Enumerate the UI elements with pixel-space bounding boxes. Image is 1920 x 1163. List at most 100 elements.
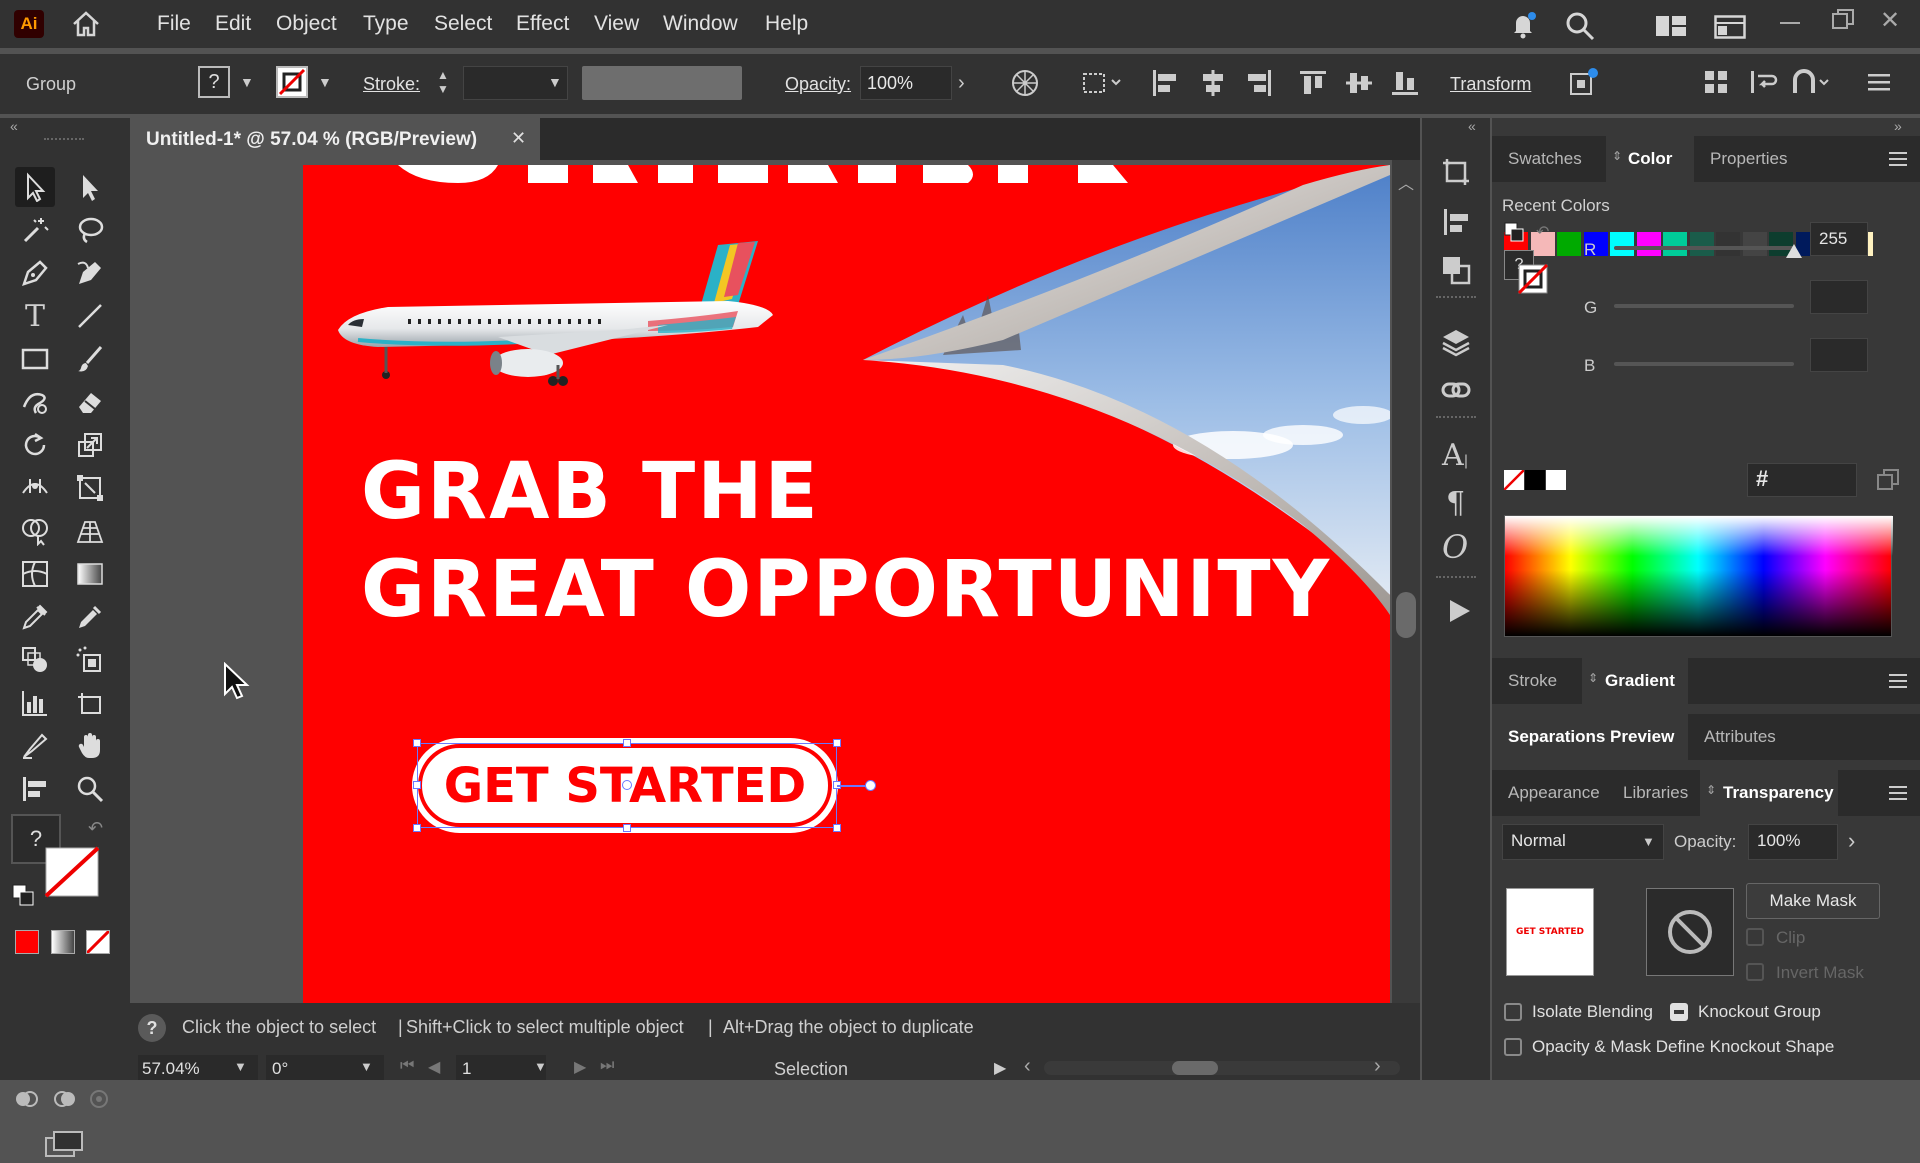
copy-hex-icon[interactable] [1876, 468, 1900, 497]
hand-tool-icon[interactable] [70, 726, 110, 766]
chevron-right-icon[interactable]: › [1848, 828, 1855, 854]
recolor-artwork-icon[interactable] [1010, 68, 1040, 103]
chevron-down-icon[interactable]: ▼ [1642, 834, 1655, 849]
artboard-number-field[interactable]: 1 [456, 1055, 546, 1080]
g-value-input[interactable] [1810, 280, 1868, 314]
opentype-panel-icon[interactable]: O [1442, 528, 1468, 566]
gradient-mode-icon[interactable] [51, 930, 75, 954]
lasso-tool-icon[interactable] [70, 210, 110, 250]
variable-width-profile[interactable] [582, 66, 742, 100]
selection-handle[interactable] [833, 739, 841, 747]
hex-input[interactable]: # [1747, 463, 1857, 497]
close-window-icon[interactable]: ✕ [1880, 6, 1900, 35]
stroke-swatch[interactable] [276, 66, 308, 98]
artboard[interactable]: GRAB THE GREAT OPPORTUNITY GET STARTED [303, 165, 1390, 1003]
perspective-grid-tool-icon[interactable] [70, 511, 110, 551]
character-panel-icon[interactable]: A| [1442, 438, 1468, 473]
restore-window-icon[interactable] [1831, 8, 1855, 35]
blend-tool-icon[interactable] [15, 640, 55, 680]
panel-menu-icon[interactable] [1888, 672, 1908, 695]
artboards-panel-icon[interactable] [1440, 156, 1472, 193]
selection-handle[interactable] [623, 824, 631, 832]
tab-swatches[interactable]: Swatches [1508, 149, 1582, 169]
pathfinder-panel-icon[interactable] [1440, 254, 1472, 291]
tab-properties[interactable]: Properties [1710, 149, 1787, 169]
panel-menu-icon[interactable] [1888, 150, 1908, 173]
layers-panel-icon[interactable] [1440, 326, 1472, 363]
align-to-icon[interactable] [1080, 68, 1122, 103]
tab-gradient[interactable]: Gradient [1605, 671, 1675, 691]
chevron-down-icon[interactable]: ▼ [234, 1059, 247, 1074]
shaper-tool-icon[interactable] [15, 382, 55, 422]
last-artboard-icon[interactable]: ⏭ [600, 1057, 614, 1075]
isolate-group-icon[interactable] [1568, 66, 1600, 103]
invert-mask-checkbox[interactable] [1746, 963, 1764, 981]
horizontal-scrollbar[interactable] [1044, 1061, 1400, 1075]
black-color-swatch[interactable] [1525, 470, 1545, 490]
group-connector-dot[interactable] [865, 780, 876, 791]
text-wrap-icon[interactable] [1748, 68, 1778, 101]
chevron-down-icon[interactable]: ▼ [534, 1059, 547, 1074]
headline-line-2[interactable]: GREAT OPPORTUNITY [361, 545, 1331, 635]
minimize-window-icon[interactable] [1780, 22, 1800, 24]
width-tool-icon[interactable] [15, 468, 55, 508]
draw-normal-icon[interactable] [14, 1086, 40, 1117]
align-top-icon[interactable] [1298, 68, 1328, 103]
r-slider-thumb[interactable] [1786, 244, 1802, 258]
grid-icon[interactable] [1702, 68, 1730, 101]
chevron-down-icon[interactable]: ▼ [318, 74, 332, 90]
zoom-tool-icon[interactable] [70, 769, 110, 809]
close-tab-icon[interactable]: ✕ [511, 128, 526, 149]
measure-tool-icon[interactable] [70, 597, 110, 637]
symbol-sprayer-tool-icon[interactable] [70, 640, 110, 680]
scroll-thumb[interactable] [1396, 592, 1416, 638]
actions-panel-icon[interactable] [1446, 598, 1472, 629]
fill-swatch[interactable]: ? [198, 66, 230, 98]
transparency-opacity-input[interactable]: 100% [1748, 824, 1838, 860]
recent-color-swatch[interactable] [1742, 232, 1767, 256]
blend-mode-select[interactable]: Normal [1502, 824, 1664, 860]
recent-color-swatch[interactable] [1557, 232, 1581, 256]
search-icon[interactable] [1565, 11, 1595, 46]
color-mode-icon[interactable] [15, 930, 39, 954]
horizontal-scroll-thumb[interactable] [1172, 1061, 1218, 1075]
previous-artboard-icon[interactable]: ◀ [428, 1057, 440, 1077]
tab-collapse-icon[interactable]: ⇕ [1706, 783, 1716, 797]
eyedropper-tool-icon[interactable] [15, 597, 55, 637]
menu-type[interactable]: Type [363, 12, 409, 36]
r-slider[interactable] [1614, 246, 1794, 250]
document-tab[interactable]: Untitled-1* @ 57.04 % (RGB/Preview) ✕ [130, 118, 540, 160]
default-colors-icon[interactable] [1504, 222, 1524, 247]
vertical-scrollbar[interactable]: ︿ ﹀ [1392, 160, 1420, 1060]
rectangle-tool-icon[interactable] [15, 339, 55, 379]
shape-builder-icon[interactable] [1790, 68, 1832, 101]
eraser-tool-icon[interactable] [70, 382, 110, 422]
status-menu-arrow[interactable]: ▶ [994, 1058, 1006, 1078]
menu-help[interactable]: Help [765, 12, 808, 36]
workspace-switcher-icon[interactable] [1714, 15, 1746, 44]
free-transform-tool-icon[interactable] [70, 468, 110, 508]
screen-mode-icon[interactable] [44, 1130, 84, 1163]
tab-transparency[interactable]: Transparency [1723, 783, 1834, 803]
white-color-swatch[interactable] [1546, 470, 1566, 490]
stroke-color-widget[interactable] [42, 844, 102, 900]
stroke-weight-stepper[interactable]: ▲ ▼ [437, 68, 449, 96]
chevron-right-icon[interactable]: › [958, 72, 965, 95]
expand-panels-icon[interactable]: » [1894, 118, 1902, 134]
recent-color-swatch[interactable] [1663, 232, 1687, 256]
menu-window[interactable]: Window [663, 12, 738, 36]
collapse-panels-icon[interactable]: « [1468, 118, 1476, 134]
align-panel-icon[interactable] [1440, 206, 1472, 243]
line-segment-tool-icon[interactable] [70, 296, 110, 336]
help-icon[interactable]: ? [138, 1014, 166, 1042]
tab-collapse-icon[interactable]: ⇕ [1612, 149, 1622, 163]
direct-selection-tool-icon[interactable] [70, 167, 110, 207]
chevron-down-icon[interactable]: ▼ [548, 74, 562, 90]
slice-tool-icon[interactable] [15, 726, 55, 766]
tab-separations-preview[interactable]: Separations Preview [1508, 727, 1674, 747]
chevron-down-icon[interactable]: ▼ [360, 1059, 373, 1074]
b-value-input[interactable] [1810, 338, 1868, 372]
recent-color-swatch[interactable] [1610, 232, 1634, 256]
tab-stroke[interactable]: Stroke [1508, 671, 1557, 691]
make-mask-button[interactable]: Make Mask [1746, 883, 1880, 919]
